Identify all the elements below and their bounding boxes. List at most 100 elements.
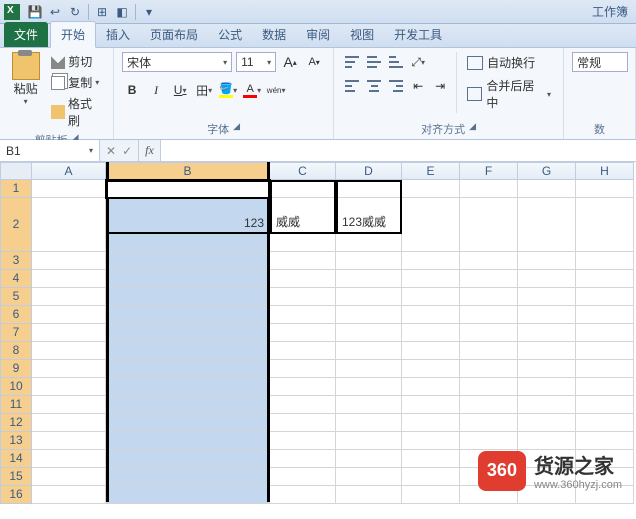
cell-G3[interactable]: [518, 252, 576, 270]
row-header-11[interactable]: 11: [0, 396, 32, 414]
cell-G13[interactable]: [518, 432, 576, 450]
cell-E14[interactable]: [402, 450, 460, 468]
cell-B4[interactable]: [106, 270, 270, 288]
cell-F3[interactable]: [460, 252, 518, 270]
cell-B11[interactable]: [106, 396, 270, 414]
cell-A4[interactable]: [32, 270, 106, 288]
row-header-6[interactable]: 6: [0, 306, 32, 324]
cell-C16[interactable]: [270, 486, 336, 504]
font-color-button[interactable]: A▾: [242, 80, 262, 100]
align-bottom-button[interactable]: [386, 52, 406, 72]
cell-H7[interactable]: [576, 324, 634, 342]
orientation-button[interactable]: ⤢▾: [408, 52, 428, 72]
cell-F10[interactable]: [460, 378, 518, 396]
cell-D11[interactable]: [336, 396, 402, 414]
format-painter-button[interactable]: 格式刷: [49, 94, 105, 130]
cell-G9[interactable]: [518, 360, 576, 378]
cell-B15[interactable]: [106, 468, 270, 486]
cell-C9[interactable]: [270, 360, 336, 378]
cell-A15[interactable]: [32, 468, 106, 486]
dialog-launcher-icon[interactable]: ◢: [469, 121, 476, 137]
merged-cell-D2[interactable]: 123威威: [336, 180, 402, 234]
cell-B5[interactable]: [106, 288, 270, 306]
cell-A5[interactable]: [32, 288, 106, 306]
tab-insert[interactable]: 插入: [96, 22, 140, 47]
tab-layout[interactable]: 页面布局: [140, 22, 208, 47]
cell-C3[interactable]: [270, 252, 336, 270]
cell-A7[interactable]: [32, 324, 106, 342]
row-header-16[interactable]: 16: [0, 486, 32, 504]
cell-H10[interactable]: [576, 378, 634, 396]
cell-A16[interactable]: [32, 486, 106, 504]
tab-view[interactable]: 视图: [340, 22, 384, 47]
row-header-12[interactable]: 12: [0, 414, 32, 432]
underline-button[interactable]: U▾: [170, 80, 190, 100]
cell-E4[interactable]: [402, 270, 460, 288]
cell-A8[interactable]: [32, 342, 106, 360]
cell-E11[interactable]: [402, 396, 460, 414]
row-header-15[interactable]: 15: [0, 468, 32, 486]
cell-H13[interactable]: [576, 432, 634, 450]
cell-G12[interactable]: [518, 414, 576, 432]
align-center-button[interactable]: [364, 76, 384, 96]
grow-font-button[interactable]: A▴: [280, 52, 300, 72]
cell-E15[interactable]: [402, 468, 460, 486]
cell-B7[interactable]: [106, 324, 270, 342]
cell-A6[interactable]: [32, 306, 106, 324]
tab-review[interactable]: 审阅: [296, 22, 340, 47]
merged-cell-B2[interactable]: 123: [106, 180, 270, 234]
col-header-E[interactable]: E: [402, 162, 460, 180]
cell-A11[interactable]: [32, 396, 106, 414]
cell-H4[interactable]: [576, 270, 634, 288]
cell-B12[interactable]: [106, 414, 270, 432]
cell-G7[interactable]: [518, 324, 576, 342]
cell-H2[interactable]: [576, 198, 634, 252]
tab-file[interactable]: 文件: [4, 22, 48, 47]
cell-B8[interactable]: [106, 342, 270, 360]
row-header-5[interactable]: 5: [0, 288, 32, 306]
row-header-13[interactable]: 13: [0, 432, 32, 450]
cell-G2[interactable]: [518, 198, 576, 252]
cell-H1[interactable]: [576, 180, 634, 198]
cell-F7[interactable]: [460, 324, 518, 342]
cell-C7[interactable]: [270, 324, 336, 342]
cell-F2[interactable]: [460, 198, 518, 252]
border-button[interactable]: 田▾: [194, 80, 214, 100]
paste-button[interactable]: 粘贴 ▾: [8, 52, 43, 106]
col-header-D[interactable]: D: [336, 162, 402, 180]
cell-F5[interactable]: [460, 288, 518, 306]
row-header-10[interactable]: 10: [0, 378, 32, 396]
cell-C12[interactable]: [270, 414, 336, 432]
cell-E7[interactable]: [402, 324, 460, 342]
merged-cell-C2[interactable]: 威威: [270, 180, 336, 234]
cell-E3[interactable]: [402, 252, 460, 270]
cell-D16[interactable]: [336, 486, 402, 504]
name-box[interactable]: B1▾: [0, 140, 100, 161]
cell-D8[interactable]: [336, 342, 402, 360]
save-icon[interactable]: 💾: [26, 3, 44, 21]
cell-D3[interactable]: [336, 252, 402, 270]
cell-G4[interactable]: [518, 270, 576, 288]
cell-C5[interactable]: [270, 288, 336, 306]
cell-F12[interactable]: [460, 414, 518, 432]
font-size-select[interactable]: 11▾: [236, 52, 276, 72]
align-right-button[interactable]: [386, 76, 406, 96]
align-middle-button[interactable]: [364, 52, 384, 72]
align-left-button[interactable]: [342, 76, 362, 96]
wrap-text-button[interactable]: 自动换行: [463, 52, 555, 73]
cell-E16[interactable]: [402, 486, 460, 504]
col-header-F[interactable]: F: [460, 162, 518, 180]
cell-E13[interactable]: [402, 432, 460, 450]
cell-A13[interactable]: [32, 432, 106, 450]
cell-C10[interactable]: [270, 378, 336, 396]
cell-D13[interactable]: [336, 432, 402, 450]
cell-G5[interactable]: [518, 288, 576, 306]
merge-center-button[interactable]: 合并后居中▾: [463, 75, 555, 113]
cell-H9[interactable]: [576, 360, 634, 378]
cell-E1[interactable]: [402, 180, 460, 198]
dialog-launcher-icon[interactable]: ◢: [233, 121, 240, 137]
cell-E2[interactable]: [402, 198, 460, 252]
cell-A1[interactable]: [32, 180, 106, 198]
row-header-4[interactable]: 4: [0, 270, 32, 288]
italic-button[interactable]: I: [146, 80, 166, 100]
